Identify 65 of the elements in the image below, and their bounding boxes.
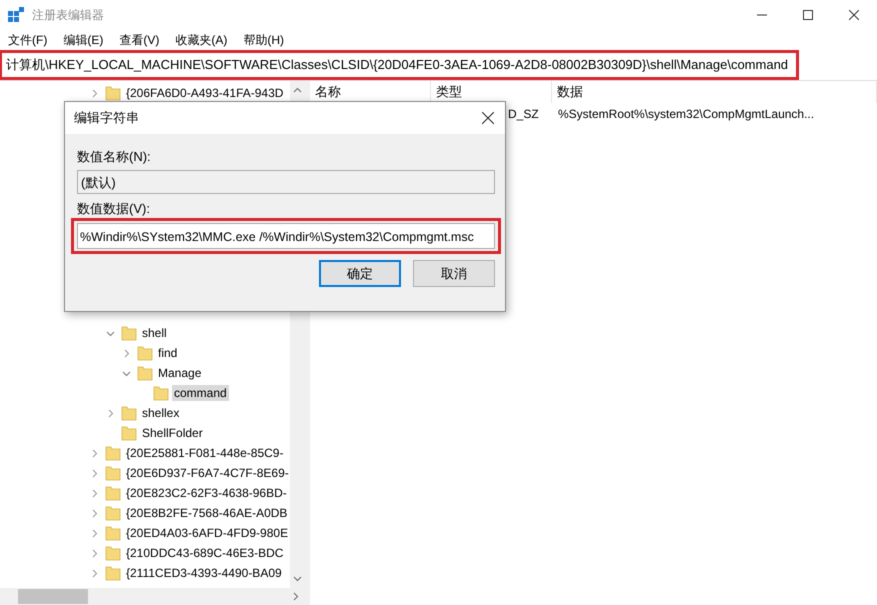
scroll-right-icon <box>293 592 299 601</box>
menu-item[interactable]: 帮助(H) <box>235 32 292 48</box>
scroll-down-icon <box>293 576 302 582</box>
menu-item[interactable]: 收藏夹(A) <box>167 32 236 48</box>
field-label: 数值名称(N): <box>77 148 152 166</box>
folder-icon <box>121 425 137 441</box>
cancel-button[interactable]: 取消 <box>413 260 495 287</box>
tree-item[interactable]: ShellFolder <box>140 425 205 441</box>
chevron-right-icon[interactable] <box>90 508 99 518</box>
chevron-down-icon[interactable] <box>122 368 131 378</box>
folder-icon <box>105 445 121 461</box>
tree-item[interactable]: {210DDC43-689C-46E3-BDC <box>124 545 286 561</box>
folder-icon <box>105 505 121 521</box>
folder-icon <box>105 565 121 581</box>
chevron-down-icon[interactable] <box>106 328 115 338</box>
tree-item[interactable]: {2111CED3-4393-4490-BA09 <box>124 565 284 581</box>
tree-item[interactable]: {20E25881-F081-448e-85C9- <box>124 445 286 461</box>
ok-button[interactable]: 确定 <box>319 260 401 287</box>
chevron-right-icon[interactable] <box>90 568 99 578</box>
folder-icon <box>105 525 121 541</box>
tree-item[interactable]: {20E8B2FE-7568-46AE-A0DB <box>124 505 290 521</box>
column-header[interactable]: 数据 <box>552 81 877 103</box>
maximize-icon <box>803 10 813 20</box>
close-icon <box>482 112 494 124</box>
name-field: (默认) <box>77 170 495 194</box>
chevron-right-icon[interactable] <box>90 548 99 558</box>
chevron-right-icon[interactable] <box>90 88 99 98</box>
chevron-right-icon[interactable] <box>106 408 115 418</box>
folder-icon <box>137 365 153 381</box>
folder-icon <box>153 385 169 401</box>
chevron-right-icon[interactable] <box>90 448 99 458</box>
chevron-right-icon[interactable] <box>122 348 131 358</box>
chevron-right-icon[interactable] <box>90 488 99 498</box>
tree-item[interactable]: {206FA6D0-A493-41FA-943D <box>124 85 286 101</box>
close-icon <box>849 10 859 20</box>
menu-item[interactable]: 编辑(E) <box>55 32 112 48</box>
chevron-right-icon[interactable] <box>90 528 99 538</box>
tree-item[interactable]: shellex <box>140 405 182 421</box>
tree-item[interactable]: Manage <box>156 365 204 381</box>
folder-icon <box>105 485 121 501</box>
address-field[interactable]: 计算机\HKEY_LOCAL_MACHINE\SOFTWARE\Classes\CLSID\{20D04FE0-3AEA-1069-A2D8-08002B30309D}\shell\Manage\command <box>0 50 800 80</box>
tree-item[interactable]: shell <box>140 325 169 341</box>
field-label: 数值数据(V): <box>77 200 151 218</box>
folder-icon <box>121 325 137 341</box>
menu-item[interactable]: 查看(V) <box>111 32 168 48</box>
value-data-field[interactable]: %Windir%\SYstem32\MMC.exe /%Windir%\System32\Compmgmt.msc <box>77 223 495 249</box>
registry-cubes-icon <box>8 7 24 23</box>
menu-item[interactable]: 文件(F) <box>0 32 56 48</box>
tree-item[interactable]: {20ED4A03-6AFD-4FD9-980E <box>124 525 290 541</box>
tree-item[interactable]: find <box>156 345 180 361</box>
table-cell-text: %SystemRoot%\system32\CompMgmtLaunch... <box>558 106 814 123</box>
chevron-right-icon[interactable] <box>90 468 99 478</box>
dialog-title: 编辑字符串 <box>74 109 139 127</box>
table-cell-text: D_SZ <box>508 106 540 123</box>
tree-item[interactable]: {20E6D937-F6A7-4C7F-8E69- <box>124 465 290 481</box>
folder-icon <box>121 405 137 421</box>
scroll-up-icon <box>293 87 302 93</box>
horizontal-scrollbar[interactable] <box>0 588 305 605</box>
scrollbar-thumb[interactable] <box>18 589 88 604</box>
folder-icon <box>105 465 121 481</box>
tree-item[interactable]: {20E823C2-62F3-4638-96BD- <box>124 485 289 501</box>
folder-icon <box>137 345 153 361</box>
window-title: 注册表编辑器 <box>32 6 104 24</box>
folder-icon <box>105 545 121 561</box>
tree-item[interactable]: command <box>172 385 229 401</box>
